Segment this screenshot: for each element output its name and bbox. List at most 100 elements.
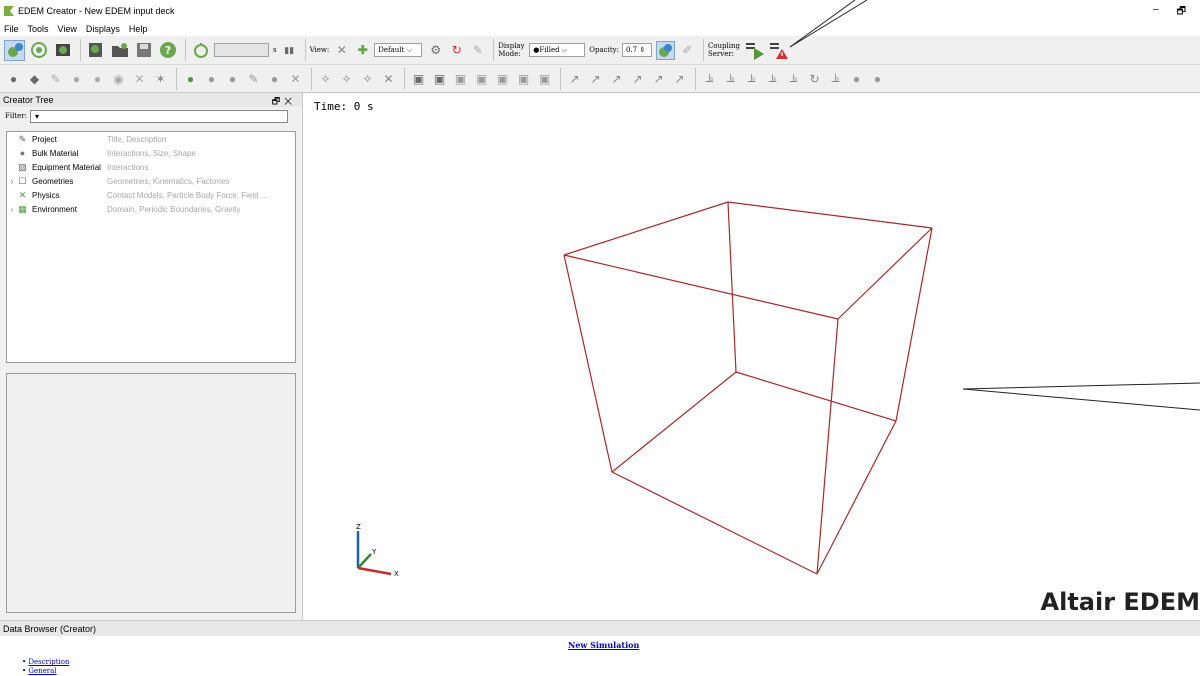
view-label: View: — [309, 46, 330, 54]
factory-5-icon[interactable]: ⫡ — [784, 69, 803, 88]
title-bar: EDEM Creator - New EDEM input deck – 🗗 — [0, 0, 1200, 22]
interaction-5-icon[interactable]: ● — [265, 69, 284, 88]
box-clear-icon[interactable]: ▣ — [535, 69, 554, 88]
axis-x-label: X — [394, 570, 399, 578]
settings-icon[interactable]: ⚙ — [426, 41, 445, 60]
menu-file[interactable]: File — [4, 24, 19, 34]
reset-view-icon[interactable]: ✕ — [332, 41, 351, 60]
creator-mode-icon[interactable] — [4, 39, 25, 61]
geometry-3-icon[interactable]: ✧ — [358, 69, 377, 88]
box-add-icon[interactable]: ▣ — [409, 69, 428, 88]
filter-input[interactable]: ▾ — [30, 109, 288, 123]
factory-add-icon[interactable]: ⫡ — [700, 69, 719, 88]
tree-item-description: Domain, Periodic Boundaries, Gravity — [107, 204, 241, 214]
simulator-mode-icon[interactable] — [28, 40, 49, 61]
box-move-icon[interactable]: ▣ — [493, 69, 512, 88]
main-toolbar: ? s ▮▮ View: ✕ ✚ Default ⌵ ⚙ ↻ ✎ Display… — [0, 36, 1200, 65]
add-particle-icon[interactable]: ● — [4, 69, 23, 88]
creator-toolbar: ● ◆ ✎ ● ● ◉ ✕ ✶ ● ● ● ✎ ● ✕ ✧ ✧ ✧ ✕ ▣ ▣ … — [0, 65, 1200, 93]
creator-tree-title: Creator Tree — [3, 95, 54, 105]
open-folder-icon[interactable] — [109, 40, 130, 61]
box-icon: ☐ — [18, 175, 27, 186]
factory-4-icon[interactable]: ⫡ — [763, 69, 782, 88]
tree-item-project[interactable]: ✎ Project Title, Description — [7, 132, 295, 146]
menu-displays[interactable]: Displays — [86, 24, 120, 34]
kinematic-2-icon[interactable]: ↗ — [586, 69, 605, 88]
description-link[interactable]: Description — [28, 658, 69, 666]
analyst-mode-icon[interactable] — [52, 40, 73, 61]
add-view-icon[interactable]: ✚ — [353, 41, 372, 60]
opacity-spinbox[interactable]: 0.7 ⇕ — [621, 43, 652, 57]
filter-label: Filter: — [5, 112, 27, 120]
box-copy-icon[interactable]: ▣ — [472, 69, 491, 88]
kinematic-4-icon[interactable]: ↗ — [628, 69, 647, 88]
3d-viewport[interactable]: Time: 0 s Z Y X Altair EDEM — [306, 93, 1200, 620]
refresh-icon[interactable]: ↻ — [447, 41, 466, 60]
interaction-6-icon[interactable]: ✕ — [286, 69, 305, 88]
new-simulation-link[interactable]: New Simulation — [568, 640, 639, 650]
domain-box: Z Y X — [356, 201, 933, 578]
search-particle-icon[interactable]: ◉ — [109, 69, 128, 88]
interaction-4-icon[interactable]: ✎ — [244, 69, 263, 88]
factory-3-icon[interactable]: ⫡ — [742, 69, 761, 88]
copy-particle-icon[interactable]: ● — [67, 69, 86, 88]
box-edit-icon[interactable]: ▣ — [451, 69, 470, 88]
menu-tools[interactable]: Tools — [28, 24, 49, 34]
creator-tree: ✎ Project Title, Description ● Bulk Material… — [6, 131, 296, 363]
factory-7-icon[interactable]: ● — [847, 69, 866, 88]
sparkle-particle-icon[interactable]: ✶ — [151, 69, 170, 88]
factory-refresh-icon[interactable]: ↻ — [805, 69, 824, 88]
kinematic-add-icon[interactable]: ↗ — [565, 69, 584, 88]
geometry-2-icon[interactable]: ✧ — [337, 69, 356, 88]
view-preset-select[interactable]: Default ⌵ — [374, 43, 423, 57]
kinematic-5-icon[interactable]: ↗ — [649, 69, 668, 88]
creator-tree-panel: Creator Tree 🗗✕ Filter: ▾ ✎ Project Title,… — [0, 93, 303, 620]
tree-item-physics[interactable]: ✕ Physics Contact Models, Particle Body Fo… — [7, 188, 295, 202]
general-link[interactable]: General — [28, 667, 56, 675]
factory-2-icon[interactable]: ⫡ — [721, 69, 740, 88]
tree-item-bulk-material[interactable]: ● Bulk Material Interactions, Size, Shape — [7, 146, 295, 160]
minimize-button[interactable]: – — [1153, 4, 1159, 21]
new-deck-icon[interactable] — [85, 40, 106, 61]
geometry-4-icon[interactable]: ✕ — [379, 69, 398, 88]
coupling-warning-icon[interactable] — [769, 40, 790, 61]
geometry-add-icon[interactable]: ✧ — [316, 69, 335, 88]
tree-item-description: Title, Description — [107, 134, 167, 144]
kinematic-6-icon[interactable]: ↗ — [670, 69, 689, 88]
time-step-combo[interactable] — [214, 43, 269, 57]
box-import-icon[interactable]: ▣ — [430, 69, 449, 88]
interaction-3-icon[interactable]: ● — [223, 69, 242, 88]
grid-box-icon: ▦ — [18, 203, 27, 214]
axis-y-label: Y — [371, 548, 377, 556]
box-delete-icon[interactable]: ▣ — [514, 69, 533, 88]
factory-8-icon[interactable]: ● — [868, 69, 887, 88]
tree-item-geometries[interactable]: › ☐ Geometries Geometries, Kinematics, Fact… — [7, 174, 295, 188]
particle-color-icon[interactable] — [655, 40, 675, 60]
stopwatch-icon[interactable] — [190, 40, 211, 61]
delete-particle-icon[interactable]: ✕ — [130, 69, 149, 88]
wire-icon[interactable]: ✐ — [678, 41, 697, 60]
factory-6-icon[interactable]: ⫡ — [826, 69, 845, 88]
display-mode-select[interactable]: ● Filled ⌵ — [529, 43, 586, 57]
expand-chevron-icon[interactable]: › — [7, 205, 17, 214]
save-icon[interactable] — [133, 40, 154, 61]
add-material-icon[interactable]: ◆ — [25, 69, 44, 88]
playback-end-icon[interactable]: ▮▮ — [280, 41, 299, 60]
close-panel-icon[interactable]: ✕ — [284, 96, 296, 106]
axis-z-label: Z — [356, 523, 361, 531]
edit-particle-icon[interactable]: ✎ — [46, 69, 65, 88]
help-icon[interactable]: ? — [157, 40, 178, 61]
add-interaction-icon[interactable]: ● — [181, 69, 200, 88]
tree-item-equipment-material[interactable]: ▨ Equipment Material Interactions — [7, 160, 295, 174]
interaction-2-icon[interactable]: ● — [202, 69, 221, 88]
kinematic-3-icon[interactable]: ↗ — [607, 69, 626, 88]
expand-chevron-icon[interactable]: › — [7, 177, 17, 186]
restore-button[interactable]: 🗗 — [1177, 4, 1186, 21]
import-particle-icon[interactable]: ● — [88, 69, 107, 88]
float-panel-icon[interactable]: 🗗 — [272, 96, 284, 106]
menu-view[interactable]: View — [58, 24, 77, 34]
menu-help[interactable]: Help — [129, 24, 148, 34]
edit-view-icon[interactable]: ✎ — [468, 41, 487, 60]
coupling-start-icon[interactable] — [745, 40, 766, 61]
tree-item-environment[interactable]: › ▦ Environment Domain, Periodic Boundaries… — [7, 202, 295, 216]
